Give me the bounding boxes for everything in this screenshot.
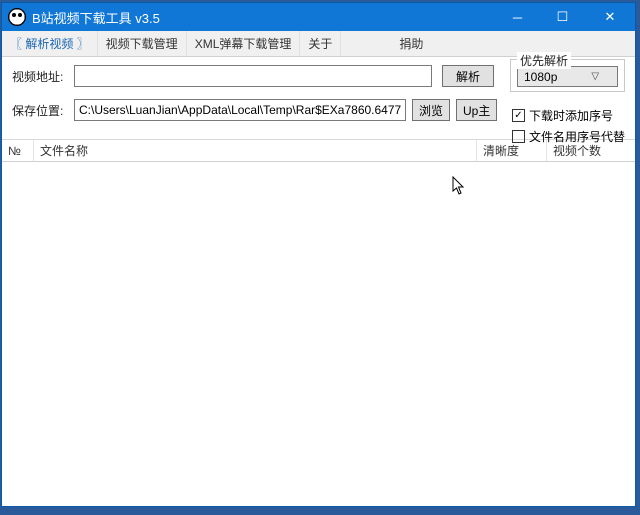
browse-button[interactable]: 浏览 <box>412 99 450 121</box>
table-body <box>2 162 635 506</box>
close-button[interactable]: ✕ <box>585 3 635 31</box>
parse-button[interactable]: 解析 <box>442 65 494 87</box>
tab-about[interactable]: 关于 <box>300 31 341 56</box>
minimize-button[interactable]: ─ <box>495 3 540 31</box>
checkbox-use-index-filename-label: 文件名用序号代替 <box>529 128 625 145</box>
check-add-index-row[interactable]: 下载时添加序号 <box>512 107 625 124</box>
maximize-button[interactable]: ☐ <box>540 3 585 31</box>
app-window: B站视频下载工具 v3.5 ─ ☐ ✕ 〖 解析视频 〗 视频下载管理 XML弹… <box>1 2 636 507</box>
th-number[interactable]: № <box>2 140 34 161</box>
video-url-input[interactable] <box>74 65 432 87</box>
checkbox-add-index[interactable] <box>512 109 525 122</box>
save-path-input[interactable] <box>74 99 406 121</box>
video-url-label: 视频地址: <box>12 68 74 85</box>
window-title: B站视频下载工具 v3.5 <box>32 8 495 27</box>
tab-parse-video[interactable]: 〖 解析视频 〗 <box>2 31 98 56</box>
tab-donate[interactable]: 捐助 <box>391 31 431 56</box>
window-controls: ─ ☐ ✕ <box>495 3 635 31</box>
check-use-index-filename-row[interactable]: 文件名用序号代替 <box>512 128 625 145</box>
th-filename[interactable]: 文件名称 <box>34 140 477 161</box>
chevron-down-icon: ▽ <box>568 71 618 82</box>
options-checks: 下载时添加序号 文件名用序号代替 <box>512 107 625 149</box>
app-icon <box>8 8 26 26</box>
priority-group: 优先解析 1080p ▽ <box>510 59 625 92</box>
priority-select[interactable]: 1080p ▽ <box>517 66 618 87</box>
tab-video-download[interactable]: 视频下载管理 <box>98 31 187 56</box>
checkbox-add-index-label: 下载时添加序号 <box>529 107 613 124</box>
titlebar[interactable]: B站视频下载工具 v3.5 ─ ☐ ✕ <box>2 3 635 31</box>
priority-group-label: 优先解析 <box>517 52 571 69</box>
uploader-button[interactable]: Up主 <box>456 99 497 121</box>
save-path-label: 保存位置: <box>12 102 74 119</box>
cursor-icon <box>452 176 466 201</box>
checkbox-use-index-filename[interactable] <box>512 130 525 143</box>
tab-xml-download[interactable]: XML弹幕下载管理 <box>187 31 301 56</box>
priority-selected: 1080p <box>518 70 568 84</box>
controls-panel: 视频地址: 解析 保存位置: 浏览 Up主 优先解析 1080p ▽ 下载时添加… <box>2 57 635 140</box>
